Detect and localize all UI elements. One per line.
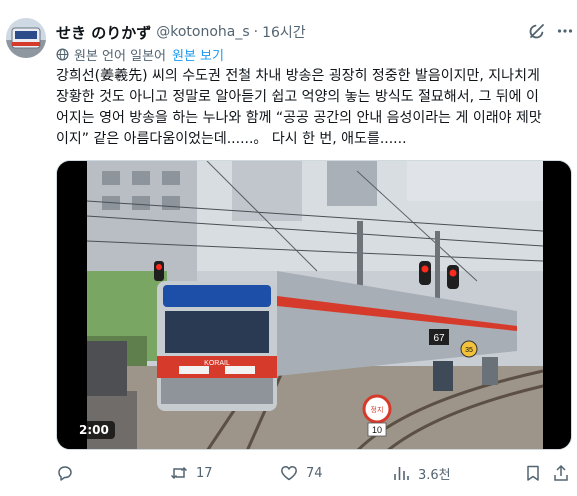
signal-number: 67 [433, 333, 445, 344]
tweet-text-line: 장황한 것도 아니고 정말로 알아듣기 쉽고 억양의 놓는 방식도 절묘해서, … [56, 89, 539, 105]
like-count: 74 [306, 465, 323, 481]
video-frame: KORAIL 67 35 정지 10 [57, 161, 571, 449]
tweet-text: 강희선(姜羲先) 씨의 수도권 전철 차내 방송은 굉장히 정중한 발음이지만,… [56, 66, 571, 150]
show-original-link[interactable]: 원본 보기 [172, 45, 224, 64]
tweet-text-line: 강희선(姜羲先) 씨의 수도권 전철 차내 방송은 굉장히 정중한 발음이지만,… [56, 68, 540, 84]
views-button[interactable]: 3.6천 [392, 462, 451, 484]
translated-from-label: 원본 언어 일본어 [74, 49, 166, 64]
views-icon [394, 467, 409, 480]
retweet-count: 17 [196, 465, 213, 481]
globe-icon [56, 48, 69, 61]
more-icon[interactable] [556, 22, 574, 40]
heart-icon [281, 466, 297, 481]
views-count: 3.6천 [418, 467, 451, 483]
tweet-text-line: 어지는 영어 방송을 하는 누나와 함께 “공공 공간의 안내 음성이라는 게 … [56, 110, 542, 126]
display-name[interactable]: せき のりかず [56, 22, 151, 43]
video-player[interactable]: KORAIL 67 35 정지 10 2:00 [56, 160, 572, 450]
avatar[interactable] [6, 18, 46, 58]
video-duration: 2:00 [73, 421, 115, 439]
stop-sign-number: 10 [372, 425, 382, 435]
tweet-card[interactable]: せき のりかず @kotonoha_s · 16시간 원본 언어 일본어 원본 … [0, 0, 577, 496]
retweet-icon [170, 466, 188, 480]
reply-button[interactable] [56, 462, 82, 484]
action-bar: 17 74 3.6천 [56, 462, 572, 486]
timestamp[interactable]: 16시간 [262, 22, 306, 42]
translation-row: 원본 언어 일본어 원본 보기 [56, 45, 224, 64]
separator-dot: · [253, 24, 259, 40]
grok-icon[interactable] [528, 22, 546, 40]
reply-icon [58, 466, 72, 481]
bookmark-icon [527, 465, 539, 481]
share-icon [554, 464, 568, 481]
user-handle[interactable]: @kotonoha_s [156, 24, 249, 40]
tweet-text-line: 이지” 같은 아름다움이었는데......。 다시 한 번, 애도를...... [56, 131, 407, 147]
speed-sign-text: 35 [465, 347, 473, 354]
retweet-button[interactable]: 17 [170, 462, 213, 484]
train-logo-text: KORAIL [204, 360, 230, 367]
stop-sign-text: 정지 [371, 405, 384, 414]
like-button[interactable]: 74 [280, 462, 323, 484]
tweet-header: せき のりかず @kotonoha_s · 16시간 [56, 21, 306, 43]
share-button[interactable] [552, 462, 570, 484]
bookmark-button[interactable] [524, 462, 542, 484]
